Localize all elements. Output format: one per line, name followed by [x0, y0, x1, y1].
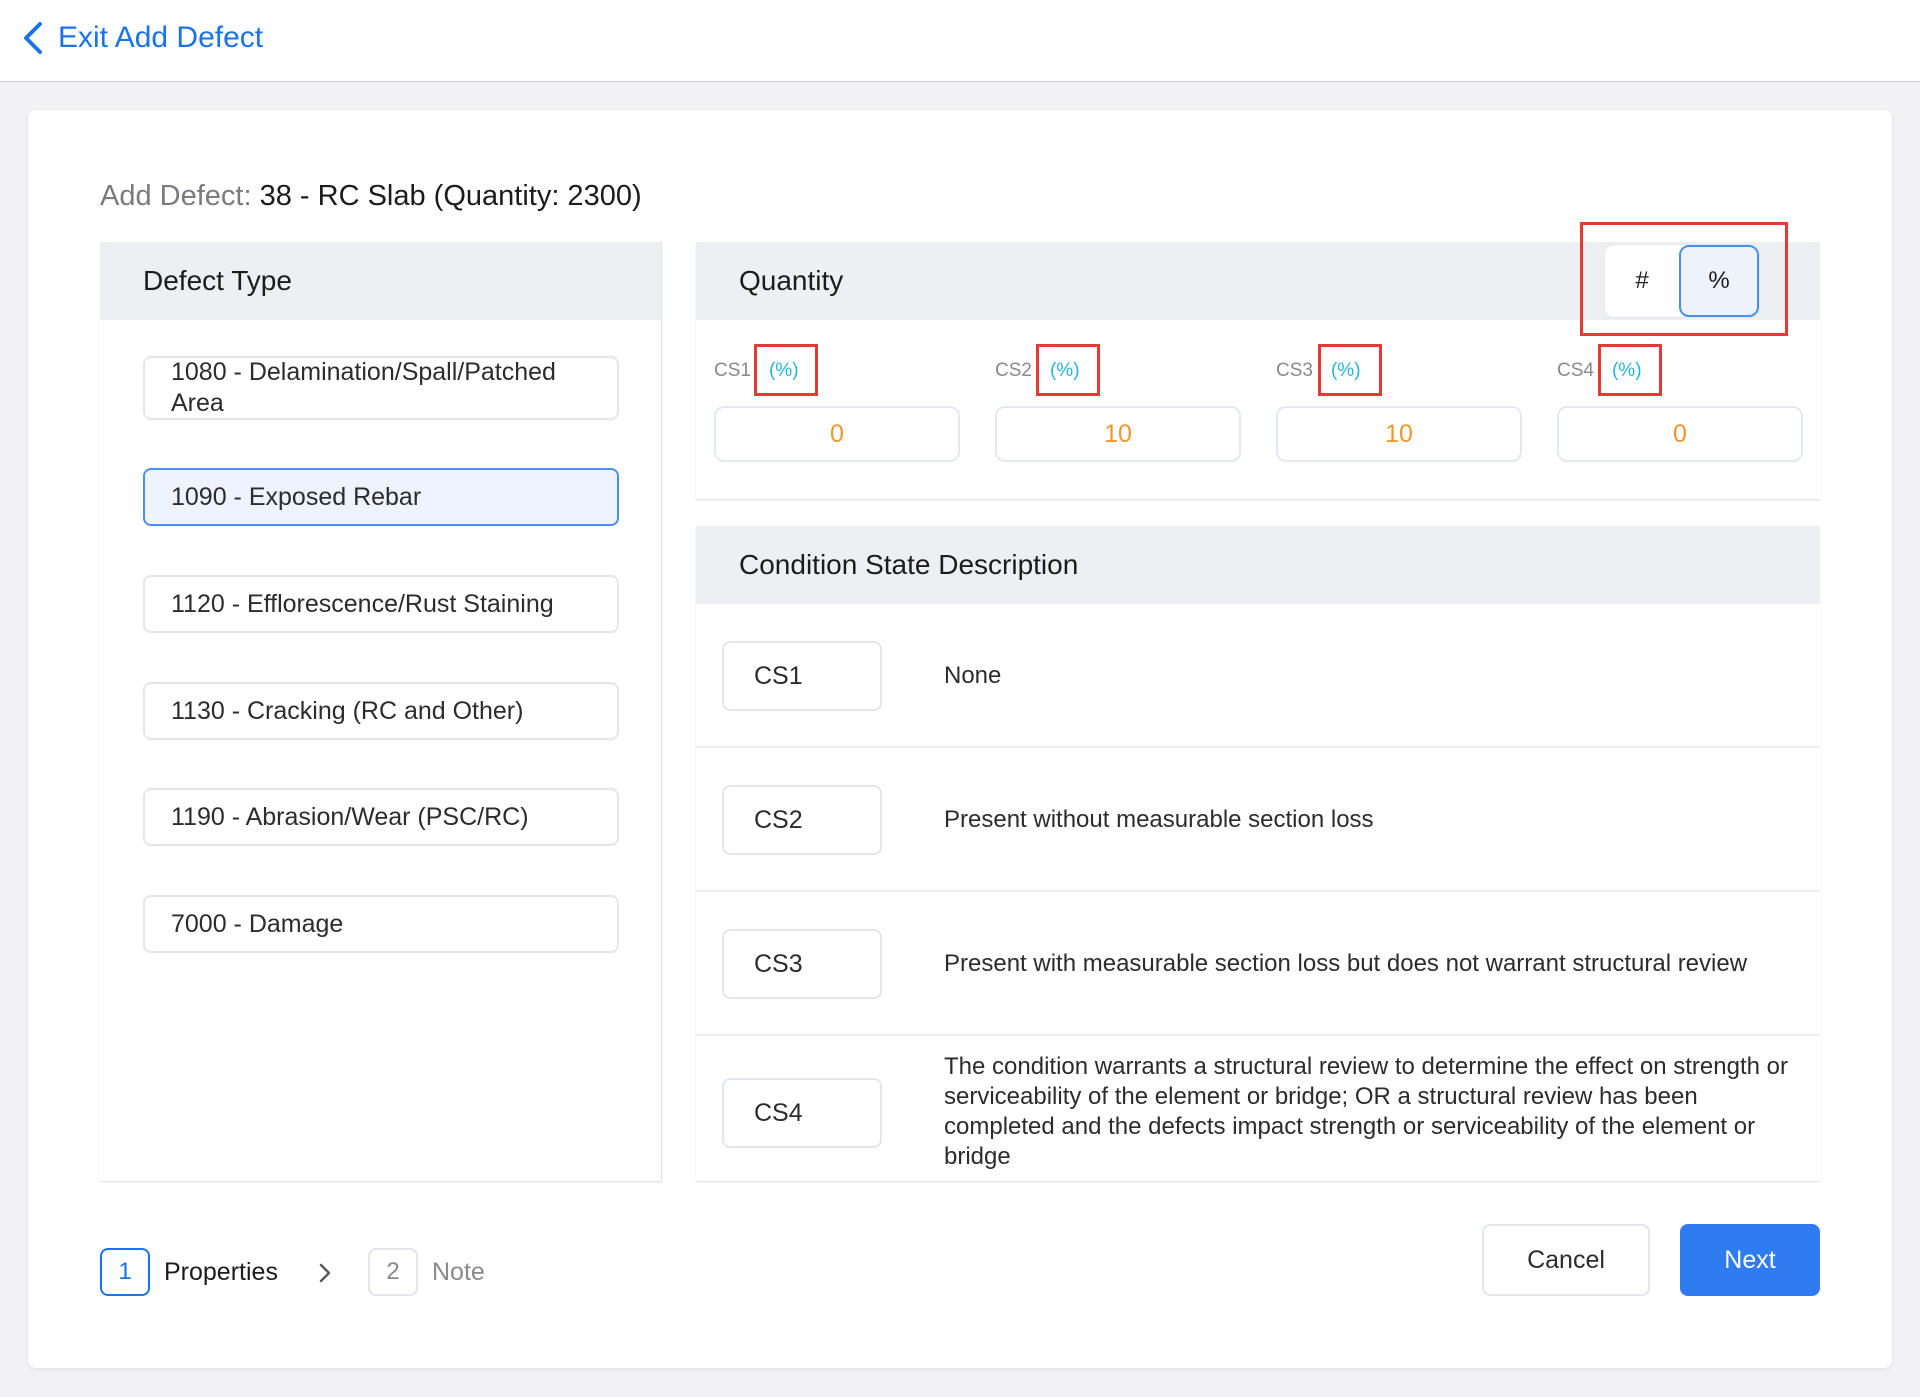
condition-description-cs4: The condition warrants a structural revi… — [944, 1053, 1788, 1170]
cs1-input[interactable]: 0 — [714, 406, 960, 462]
cs1-quantity-field: CS1 (%) 0 — [714, 350, 960, 462]
page-title-prefix: Add Defect: — [100, 180, 252, 212]
defect-item-label: 1120 - Efflorescence/Rust Staining — [171, 589, 554, 618]
defect-item-1080[interactable]: 1080 - Delamination/Spall/Patched Area — [143, 356, 619, 420]
defect-type-panel: Defect Type 1080 - Delamination/Spall/Pa… — [100, 242, 662, 1182]
chevron-left-icon — [24, 22, 42, 54]
cs3-label: CS3 — [1276, 360, 1313, 381]
next-button[interactable]: Next — [1680, 1224, 1820, 1296]
exit-add-defect-label: Exit Add Defect — [58, 21, 264, 54]
condition-row-cs1: CS1 None — [696, 604, 1820, 748]
cs4-label-row: CS4 (%) — [1557, 350, 1803, 392]
step-number-2: 2 — [368, 1248, 418, 1296]
condition-code-cs1: CS1 — [722, 641, 882, 711]
condition-description-cs1: None — [944, 662, 1002, 689]
step-label-properties: Properties — [164, 1257, 278, 1286]
cs4-unit: (%) — [1611, 360, 1642, 381]
cs2-unit: (%) — [1049, 360, 1080, 381]
cs3-label-row: CS3 (%) — [1276, 350, 1522, 392]
top-bar: Exit Add Defect — [0, 0, 1920, 82]
cs3-input[interactable]: 10 — [1276, 406, 1522, 462]
cs3-quantity-field: CS3 (%) 10 — [1276, 350, 1522, 462]
defect-item-label: 7000 - Damage — [171, 909, 344, 938]
cs2-input[interactable]: 10 — [995, 406, 1241, 462]
condition-state-panel: Condition State Description CS1 None CS2… — [696, 526, 1820, 1182]
page-title: Add Defect: 38 - RC Slab (Quantity: 2300… — [100, 180, 642, 213]
cs1-label-row: CS1 (%) — [714, 350, 960, 392]
cs3-unit: (%) — [1330, 360, 1361, 381]
defect-item-1090[interactable]: 1090 - Exposed Rebar — [143, 468, 619, 526]
defect-type-heading: Defect Type — [100, 242, 661, 320]
defect-item-1130[interactable]: 1130 - Cracking (RC and Other) — [143, 682, 619, 740]
step-label-note: Note — [432, 1257, 485, 1286]
page-title-value: 38 - RC Slab (Quantity: 2300) — [259, 180, 642, 212]
condition-code-cs3: CS3 — [722, 929, 882, 999]
toggle-count-button[interactable]: # — [1605, 245, 1679, 317]
condition-description-cs2: Present without measurable section loss — [944, 806, 1374, 833]
defect-item-7000[interactable]: 7000 - Damage — [143, 895, 619, 953]
cancel-button[interactable]: Cancel — [1482, 1224, 1650, 1296]
condition-row-cs2: CS2 Present without measurable section l… — [696, 748, 1820, 892]
defect-item-label: 1080 - Delamination/Spall/Patched Area — [171, 358, 556, 417]
cs4-label: CS4 — [1557, 360, 1594, 381]
condition-code-cs2: CS2 — [722, 785, 882, 855]
chevron-right-icon — [319, 1263, 331, 1283]
unit-toggle: # % — [1604, 244, 1760, 318]
step-note[interactable]: 2 Note — [368, 1248, 485, 1296]
cs1-label: CS1 — [714, 360, 751, 381]
quantity-heading: Quantity — [739, 265, 844, 296]
defect-item-1190[interactable]: 1190 - Abrasion/Wear (PSC/RC) — [143, 788, 619, 846]
exit-add-defect-button[interactable]: Exit Add Defect — [20, 18, 263, 58]
cs2-label: CS2 — [995, 360, 1032, 381]
defect-item-label: 1190 - Abrasion/Wear (PSC/RC) — [171, 802, 529, 831]
cs2-label-row: CS2 (%) — [995, 350, 1241, 392]
condition-row-cs4: CS4 The condition warrants a structural … — [696, 1036, 1820, 1181]
toggle-percent-button[interactable]: % — [1679, 245, 1759, 317]
cs4-quantity-field: CS4 (%) 0 — [1557, 350, 1803, 462]
condition-description-cs3: Present with measurable section loss but… — [944, 950, 1748, 977]
condition-row-cs3: CS3 Present with measurable section loss… — [696, 892, 1820, 1036]
cs4-input[interactable]: 0 — [1557, 406, 1803, 462]
step-properties[interactable]: 1 Properties — [100, 1248, 278, 1296]
defect-item-1120[interactable]: 1120 - Efflorescence/Rust Staining — [143, 575, 619, 633]
cs2-quantity-field: CS2 (%) 10 — [995, 350, 1241, 462]
condition-code-cs4: CS4 — [722, 1078, 882, 1148]
defect-item-label: 1130 - Cracking (RC and Other) — [171, 696, 524, 725]
step-number-1: 1 — [100, 1248, 150, 1296]
quantity-header: Quantity # % — [696, 242, 1820, 320]
defect-item-label: 1090 - Exposed Rebar — [171, 482, 422, 511]
condition-state-heading: Condition State Description — [696, 526, 1820, 604]
cs1-unit: (%) — [768, 360, 799, 381]
